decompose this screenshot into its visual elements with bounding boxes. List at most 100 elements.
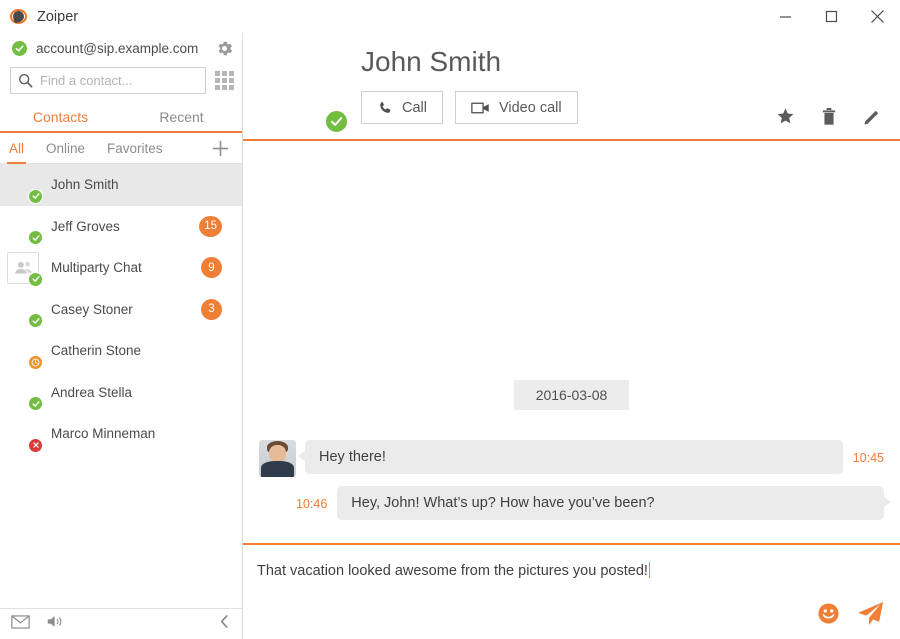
gear-icon[interactable] [215, 39, 234, 58]
avatar [7, 252, 39, 284]
speaker-icon[interactable] [46, 614, 65, 634]
smiley-icon[interactable] [817, 602, 840, 630]
contact-row-catherin-stone[interactable]: Catherin Stone [0, 330, 242, 372]
call-button[interactable]: Call [361, 91, 443, 124]
dialpad-icon[interactable] [215, 71, 234, 90]
contact-name: Jeff Groves [51, 219, 120, 234]
contact-filter-row: All Online Favorites [0, 133, 242, 164]
composer-draft-text: That vacation looked awesome from the pi… [257, 563, 648, 579]
message-avatar [259, 440, 296, 477]
app-branding: Zoiper [0, 7, 78, 26]
sidebar-tabs: Contacts Recent [0, 102, 242, 133]
window-controls [762, 0, 900, 33]
contact-name: Marco Minneman [51, 426, 155, 441]
search-input[interactable] [40, 73, 198, 88]
zoiper-window: Zoiper account@sip.example.com [0, 0, 900, 639]
filter-favorites[interactable]: Favorites [107, 133, 163, 164]
tab-recent[interactable]: Recent [121, 102, 242, 131]
filter-online-label: Online [46, 141, 85, 156]
account-status-icon [12, 41, 27, 56]
avatar [7, 418, 39, 450]
composer-actions [257, 601, 884, 631]
contact-row-multiparty-chat[interactable]: Multiparty Chat 9 [0, 247, 242, 289]
sidebar-footer [0, 608, 242, 639]
favorite-star-icon[interactable] [776, 107, 795, 131]
unread-badge: 3 [201, 299, 222, 320]
minimize-button[interactable] [762, 0, 808, 33]
peer-info: John Smith Call [343, 42, 578, 124]
contact-name: Casey Stoner [51, 302, 133, 317]
contact-name: Catherin Stone [51, 343, 141, 358]
conversation-header-icons [776, 107, 882, 131]
sidebar: account@sip.example.com [0, 33, 243, 639]
message-time: 10:45 [853, 440, 884, 465]
status-online-icon [28, 272, 43, 287]
conversation-header: John Smith Call [243, 33, 900, 141]
status-away-icon [28, 355, 43, 370]
edit-pencil-icon[interactable] [863, 107, 882, 131]
filter-favorites-label: Favorites [107, 141, 163, 156]
tab-recent-label: Recent [159, 109, 203, 125]
message-composer[interactable]: That vacation looked awesome from the pi… [243, 543, 900, 639]
avatar [7, 335, 39, 367]
close-button[interactable] [854, 0, 900, 33]
tab-contacts-label: Contacts [33, 109, 88, 125]
contact-row-jeff-groves[interactable]: Jeff Groves 15 [0, 206, 242, 248]
contact-name: Andrea Stella [51, 385, 132, 400]
call-actions: Call Video call [361, 91, 578, 124]
contact-row-john-smith[interactable]: John Smith [0, 164, 242, 206]
message-row-outgoing: 10:46 Hey, John! What’s up? How have you… [259, 486, 884, 520]
maximize-button[interactable] [808, 0, 854, 33]
send-paper-plane-icon[interactable] [857, 601, 884, 631]
contact-row-marco-minneman[interactable]: Marco Minneman [0, 413, 242, 455]
avatar [7, 210, 39, 242]
tab-contacts[interactable]: Contacts [0, 102, 121, 131]
contact-list: John Smith Jeff Groves 15 [0, 164, 242, 608]
avatar [7, 169, 39, 201]
contact-row-casey-stoner[interactable]: Casey Stoner 3 [0, 289, 242, 331]
text-cursor [649, 562, 651, 578]
page-title: John Smith [361, 46, 578, 78]
filter-online[interactable]: Online [46, 133, 85, 164]
avatar [7, 376, 39, 408]
avatar [7, 293, 39, 325]
filter-all[interactable]: All [9, 133, 24, 164]
video-call-button-label: Video call [499, 100, 562, 116]
status-online-icon [28, 396, 43, 411]
date-chip: 2016-03-08 [514, 380, 630, 410]
title-bar: Zoiper [0, 0, 900, 33]
message-time: 10:46 [296, 486, 327, 511]
account-email: account@sip.example.com [36, 41, 198, 56]
delete-trash-icon[interactable] [821, 107, 837, 131]
contact-name: Multiparty Chat [51, 260, 142, 275]
date-separator: 2016-03-08 [259, 380, 884, 410]
message-list: 2016-03-08 Hey there! 10:45 10:46 Hey, J… [243, 141, 900, 543]
filter-all-label: All [9, 141, 24, 156]
main-area: account@sip.example.com [0, 33, 900, 639]
zoiper-logo-icon [9, 7, 29, 26]
plus-icon[interactable] [211, 139, 230, 158]
peer-avatar [255, 42, 343, 130]
video-call-button[interactable]: Video call [455, 91, 578, 124]
account-row[interactable]: account@sip.example.com [0, 33, 242, 63]
status-offline-icon [28, 438, 43, 453]
video-camera-icon [471, 101, 490, 115]
call-button-label: Call [402, 100, 427, 116]
status-online-icon [28, 230, 43, 245]
unread-badge: 9 [201, 257, 222, 278]
chevron-left-icon[interactable] [218, 614, 231, 634]
contact-name: John Smith [51, 177, 119, 192]
message-bubble: Hey, John! What’s up? How have you’ve be… [337, 486, 884, 520]
phone-icon [377, 100, 393, 116]
status-online-icon [28, 189, 43, 204]
composer-input[interactable]: That vacation looked awesome from the pi… [257, 559, 884, 579]
search-box[interactable] [10, 67, 206, 94]
peer-status-online-icon [324, 109, 349, 134]
app-title: Zoiper [37, 9, 78, 25]
search-icon [18, 73, 33, 88]
envelope-icon[interactable] [11, 615, 30, 634]
contact-row-andrea-stella[interactable]: Andrea Stella [0, 372, 242, 414]
conversation-pane: John Smith Call [243, 33, 900, 639]
status-online-icon [28, 313, 43, 328]
unread-badge: 15 [199, 216, 222, 237]
